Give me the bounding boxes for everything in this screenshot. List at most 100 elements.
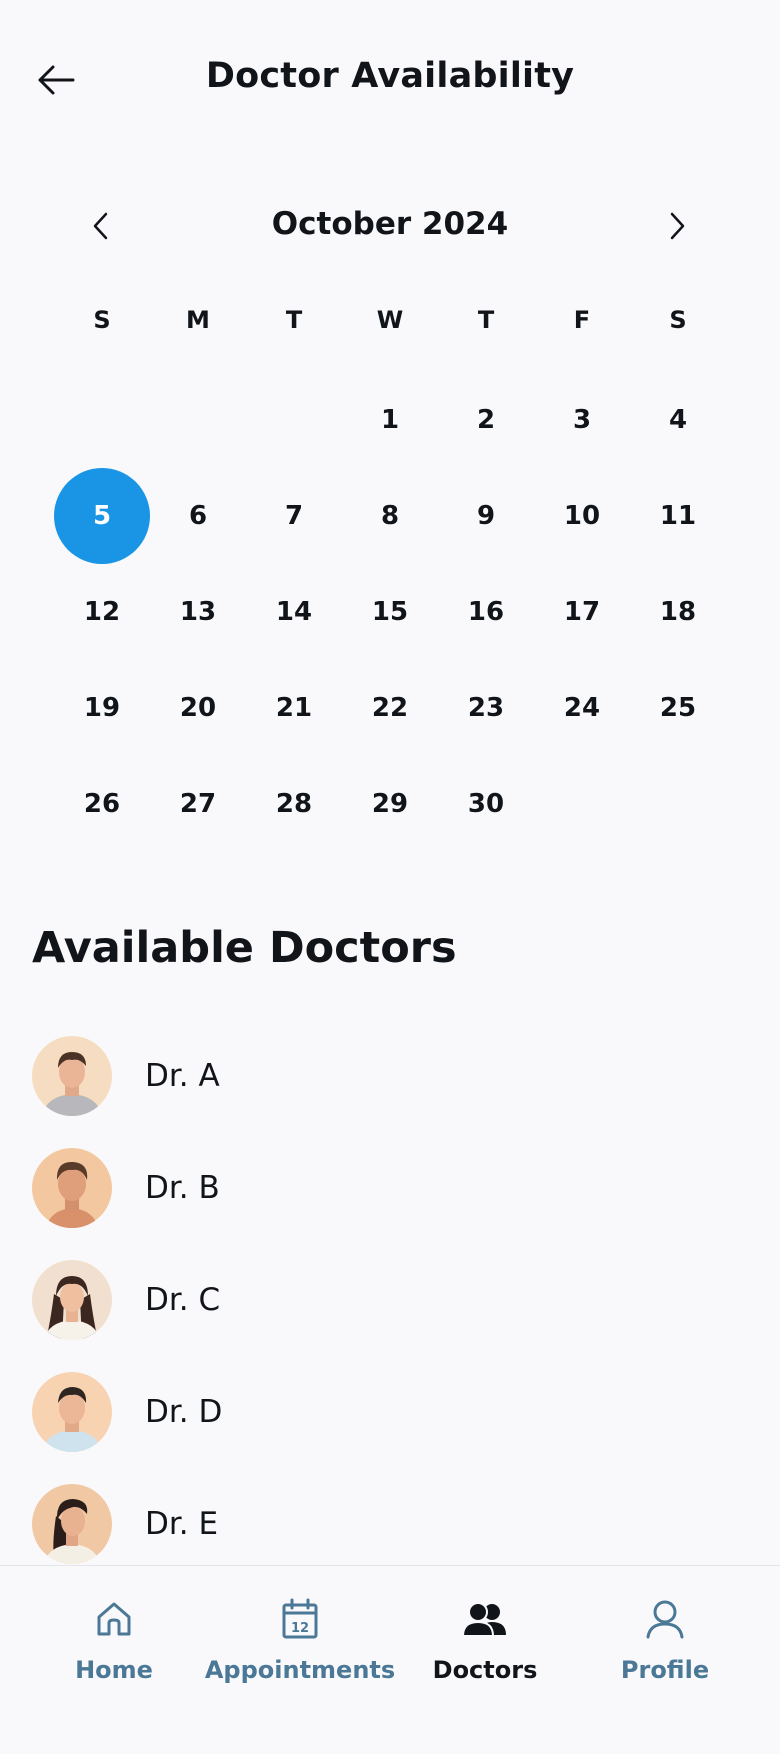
calendar-day[interactable]: 1 [342, 372, 438, 468]
section-title: Available Doctors [32, 923, 457, 973]
male-avatar-icon [32, 1036, 112, 1116]
calendar-day-number: 19 [83, 693, 121, 723]
doctor-list-item[interactable]: Dr. D [32, 1356, 748, 1468]
nav-label: Profile [620, 1656, 710, 1684]
calendar-blank-cell [54, 372, 150, 468]
male-avatar-icon [32, 1148, 112, 1228]
male-avatar-icon [32, 1372, 112, 1452]
calendar-day[interactable]: 14 [246, 564, 342, 660]
calendar-day-number: 9 [476, 501, 496, 531]
calendar-day-number: 17 [563, 597, 601, 627]
chevron-right-icon [670, 212, 685, 240]
calendar-day-number: 18 [659, 597, 697, 627]
doctor-list-item[interactable]: Dr. E [32, 1468, 748, 1580]
calendar-day[interactable]: 15 [342, 564, 438, 660]
calendar-day[interactable]: 27 [150, 756, 246, 852]
calendar-day-selected[interactable]: 5 [54, 468, 150, 564]
weekday-header: S M T W T F S [54, 300, 726, 340]
calendar-day[interactable]: 13 [150, 564, 246, 660]
calendar-day[interactable]: 3 [534, 372, 630, 468]
calendar-day[interactable]: 4 [630, 372, 726, 468]
svg-text:12: 12 [291, 1621, 309, 1636]
calendar-day[interactable]: 25 [630, 660, 726, 756]
calendar-day[interactable]: 23 [438, 660, 534, 756]
calendar-day-number: 27 [179, 789, 217, 819]
calendar-day-number: 23 [467, 693, 505, 723]
calendar-grid: 1 2 3 4 5 6 7 8 9 10 11 12 13 14 15 16 17 18 19 20 21 22 23 24 2… [54, 372, 726, 852]
doctor-list-item[interactable]: Dr. A [32, 1020, 748, 1132]
weekday-label: T [285, 306, 303, 334]
calendar-day-number: 12 [83, 597, 121, 627]
doctor-name: Dr. B [145, 1170, 220, 1206]
doctor-name: Dr. A [145, 1058, 220, 1094]
calendar-day[interactable]: 22 [342, 660, 438, 756]
calendar-day[interactable]: 28 [246, 756, 342, 852]
nav-label: Doctors [432, 1656, 538, 1684]
calendar-day-number: 13 [179, 597, 217, 627]
nav-appointments[interactable]: 12 Appointments [200, 1566, 400, 1754]
calendar-day[interactable]: 7 [246, 468, 342, 564]
calendar-day[interactable]: 29 [342, 756, 438, 852]
calendar-day[interactable]: 11 [630, 468, 726, 564]
avatar [32, 1260, 112, 1340]
calendar-day-number: 6 [188, 501, 208, 531]
female-avatar-icon [32, 1484, 112, 1564]
doctor-name: Dr. E [145, 1506, 219, 1542]
calendar-day[interactable]: 21 [246, 660, 342, 756]
calendar-day-number: 16 [467, 597, 505, 627]
calendar-day-number: 20 [179, 693, 217, 723]
calendar-day[interactable]: 10 [534, 468, 630, 564]
weekday-label: F [573, 306, 591, 334]
calendar-day-number: 11 [659, 501, 697, 531]
calendar-day-number: 3 [572, 405, 592, 435]
calendar-day[interactable]: 12 [54, 564, 150, 660]
calendar-day[interactable]: 9 [438, 468, 534, 564]
weekday-label: W [376, 306, 404, 334]
calendar-day-number: 5 [54, 468, 150, 564]
calendar-day[interactable]: 6 [150, 468, 246, 564]
calendar-day[interactable]: 16 [438, 564, 534, 660]
calendar-day-number: 15 [371, 597, 409, 627]
nav-home[interactable]: Home [54, 1566, 174, 1754]
calendar-blank-cell [150, 372, 246, 468]
nav-label: Appointments [204, 1656, 396, 1684]
calendar-day[interactable]: 26 [54, 756, 150, 852]
calendar-day-number: 2 [476, 405, 496, 435]
bottom-navigation: Home 12 Appointments Doctors Profile [0, 1565, 780, 1754]
avatar [32, 1036, 112, 1116]
home-icon [94, 1592, 134, 1646]
doctor-list-item[interactable]: Dr. C [32, 1244, 748, 1356]
calendar-day[interactable]: 18 [630, 564, 726, 660]
app-header: Doctor Availability [0, 0, 780, 160]
doctor-list-item[interactable]: Dr. B [32, 1132, 748, 1244]
calendar-day[interactable]: 30 [438, 756, 534, 852]
doctor-name: Dr. D [145, 1394, 223, 1430]
doctors-icon [460, 1592, 510, 1646]
doctor-list: Dr. A Dr. B Dr. C Dr. D Dr. E [32, 1020, 748, 1580]
calendar-day-number: 29 [371, 789, 409, 819]
female-avatar-icon [32, 1260, 112, 1340]
next-month-button[interactable] [656, 204, 700, 248]
calendar-day-number: 1 [380, 405, 400, 435]
calendar-day[interactable]: 8 [342, 468, 438, 564]
calendar-day-number: 21 [275, 693, 313, 723]
calendar-day[interactable]: 24 [534, 660, 630, 756]
nav-doctors[interactable]: Doctors [420, 1566, 550, 1754]
weekday-label: T [477, 306, 495, 334]
calendar-day[interactable]: 2 [438, 372, 534, 468]
calendar-day-number: 7 [284, 501, 304, 531]
calendar-day-number: 25 [659, 693, 697, 723]
calendar-day[interactable]: 17 [534, 564, 630, 660]
nav-profile[interactable]: Profile [600, 1566, 730, 1754]
nav-label: Home [75, 1656, 153, 1684]
calendar-navigation: October 2024 [0, 200, 780, 250]
avatar [32, 1148, 112, 1228]
avatar [32, 1484, 112, 1564]
calendar-day-number: 26 [83, 789, 121, 819]
calendar-day-number: 14 [275, 597, 313, 627]
calendar-day-number: 22 [371, 693, 409, 723]
calendar-day[interactable]: 20 [150, 660, 246, 756]
calendar-day-number: 24 [563, 693, 601, 723]
avatar [32, 1372, 112, 1452]
calendar-day[interactable]: 19 [54, 660, 150, 756]
